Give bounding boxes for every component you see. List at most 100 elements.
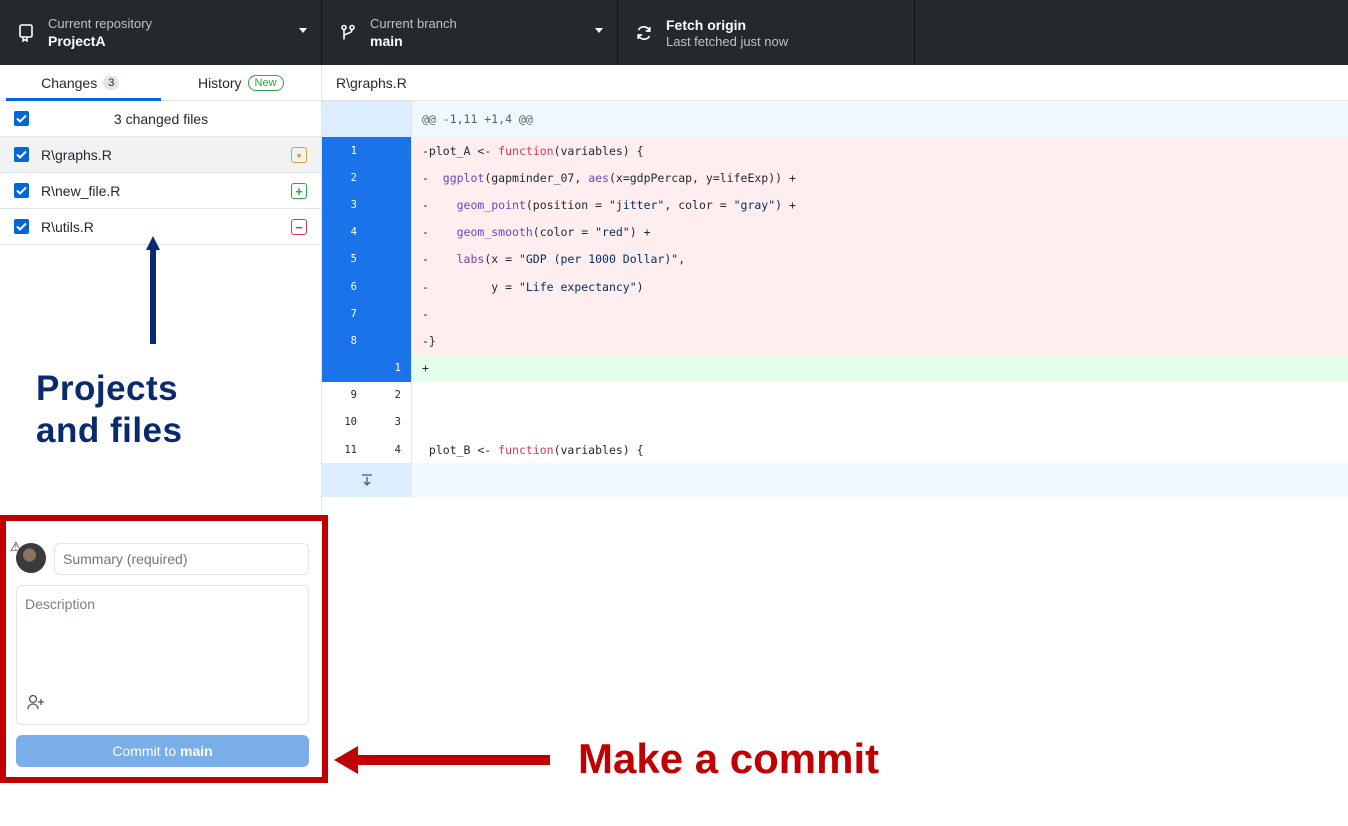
sync-icon — [630, 24, 658, 42]
branch-label: Current branch — [370, 15, 457, 31]
diff-line[interactable]: 5 - labs(x = "GDP (per 1000 Dollar)", — [322, 245, 1348, 273]
modified-status-icon: • — [291, 147, 307, 163]
diff-line[interactable]: 2 - ggplot(gapminder_07, aes(x=gdpPercap,… — [322, 164, 1348, 192]
diff-line[interactable]: 92 — [322, 381, 1348, 409]
old-line-number: 6 — [322, 272, 367, 301]
diff-line-code: - labs(x = "GDP (per 1000 Dollar)", — [422, 252, 686, 267]
chevron-down-icon — [299, 28, 307, 33]
new-line-number: 1 — [367, 354, 412, 382]
commit-button-prefix: Commit to — [112, 743, 177, 759]
file-name: R\utils.R — [41, 218, 94, 235]
diff-line-code: plot_B <- function(variables) { — [422, 442, 644, 457]
diff-line-code: - ggplot(gapminder_07, aes(x=gdpPercap, … — [422, 170, 796, 185]
file-checkbox[interactable] — [14, 147, 29, 162]
file-checkbox[interactable] — [14, 219, 29, 234]
old-line-number: 1 — [322, 137, 367, 165]
summary-input[interactable] — [54, 543, 309, 575]
new-line-number — [367, 300, 412, 328]
diff-line-code: -plot_A <- function(variables) { — [422, 143, 644, 158]
file-name: R\graphs.R — [41, 146, 112, 163]
projects-annotation-line2: and files — [36, 411, 183, 450]
description-field[interactable]: Description — [16, 585, 309, 725]
diff-line[interactable]: 4 - geom_smooth(color = "red") + — [322, 218, 1348, 246]
diff-lines: 1 -plot_A <- function(variables) {2 - ggpl… — [322, 137, 1348, 464]
tab-history-label: History — [197, 74, 242, 91]
current-repository-button[interactable]: Current repository ProjectA — [0, 0, 322, 65]
old-line-number: 5 — [322, 245, 367, 273]
new-line-number — [367, 164, 412, 192]
add-coauthor-icon[interactable] — [27, 694, 45, 715]
diff-line[interactable]: 10 3 — [322, 408, 1348, 437]
diff-file-path-text: R\graphs.R — [336, 74, 407, 91]
old-line-number: 8 — [322, 327, 367, 355]
fetch-origin-button[interactable]: Fetch origin Last fetched just now — [618, 0, 915, 65]
hunk-header: @@ -1,11 +1,4 @@ — [322, 101, 1348, 137]
file-row[interactable]: R\graphs.R • — [0, 137, 321, 173]
diff-line-code: - geom_smooth(color = "red") + — [422, 225, 651, 240]
arrow-left-icon — [334, 746, 550, 774]
diff-line[interactable]: 8 -} — [322, 327, 1348, 355]
fetch-label: Fetch origin — [666, 16, 747, 33]
new-line-number: 4 — [367, 436, 412, 464]
new-badge: New — [247, 74, 284, 91]
new-line-number: 2 — [367, 381, 412, 409]
expand-down-icon[interactable] — [322, 463, 412, 498]
diff-line-code: - geom_point(position = "jitter", color … — [422, 197, 796, 212]
current-branch-button[interactable]: Current branch main — [322, 0, 618, 65]
commit-annotation: Make a commit — [578, 735, 880, 782]
diff-view: @@ -1,11 +1,4 @@ 1 -plot_A <- function(va… — [322, 101, 1348, 498]
diff-line-code: - — [422, 306, 429, 321]
select-all-checkbox[interactable] — [14, 111, 29, 126]
commit-button-branch: main — [180, 743, 213, 759]
diff-line[interactable]: 11 4 plot_B <- function(variables) { — [322, 436, 1348, 464]
diff-line-code: -} — [422, 333, 436, 348]
new-line-number — [367, 137, 412, 165]
diff-line[interactable]: 1 + — [322, 354, 1348, 382]
new-line-number — [367, 218, 412, 246]
old-line-number: 11 — [322, 436, 367, 464]
new-line-number: 3 — [367, 408, 412, 437]
old-line-number — [322, 354, 367, 382]
repo-icon — [12, 23, 40, 42]
repo-label: Current repository — [48, 15, 153, 31]
tab-history[interactable]: History New — [161, 65, 322, 100]
tab-changes-label: Changes — [41, 74, 98, 91]
sidebar-tabs: Changes 3 History New — [0, 65, 321, 101]
app-toolbar: Current repository ProjectA Current bran… — [0, 0, 1348, 65]
projects-annotation-line1: Projects — [36, 369, 179, 408]
commit-button[interactable]: Commit to main — [16, 735, 309, 767]
projects-annotation: Projects and files — [36, 368, 182, 452]
diff-line-code — [412, 415, 429, 429]
diff-line[interactable]: 6 - y = "Life expectancy") — [322, 272, 1348, 301]
old-line-number: 4 — [322, 218, 367, 246]
tab-changes[interactable]: Changes 3 — [0, 65, 161, 101]
diff-line-code: + — [422, 361, 429, 376]
old-line-number: 10 — [322, 408, 367, 437]
new-line-number — [367, 245, 412, 273]
file-checkbox[interactable] — [14, 183, 29, 198]
file-name: R\new_file.R — [41, 182, 121, 199]
commit-panel: ⚠ Description Commit to main — [0, 515, 328, 783]
repo-name: ProjectA — [48, 32, 106, 49]
new-line-number — [367, 272, 412, 301]
file-row[interactable]: R\utils.R − — [0, 209, 321, 245]
expand-row[interactable] — [322, 463, 1348, 498]
diff-line[interactable]: 1 -plot_A <- function(variables) { — [322, 137, 1348, 165]
old-line-number: 9 — [322, 381, 367, 409]
old-line-number: 7 — [322, 300, 367, 328]
changed-files-count: 3 changed files — [113, 110, 209, 127]
diff-line-code — [412, 388, 429, 402]
diff-file-path: R\graphs.R — [322, 65, 1348, 101]
fetch-status: Last fetched just now — [666, 33, 789, 49]
old-line-number: 3 — [322, 191, 367, 219]
branch-name: main — [370, 32, 403, 49]
diff-line[interactable]: 7- — [322, 300, 1348, 328]
diff-line[interactable]: 3 - geom_point(position = "jitter", color… — [322, 191, 1348, 219]
deleted-status-icon: − — [291, 219, 307, 235]
new-line-number — [367, 191, 412, 219]
file-row[interactable]: R\new_file.R + — [0, 173, 321, 209]
arrow-up-icon — [146, 236, 160, 344]
select-all-row: 3 changed files — [0, 101, 321, 137]
new-line-number — [367, 327, 412, 355]
diff-line-code: - y = "Life expectancy") — [422, 279, 644, 294]
